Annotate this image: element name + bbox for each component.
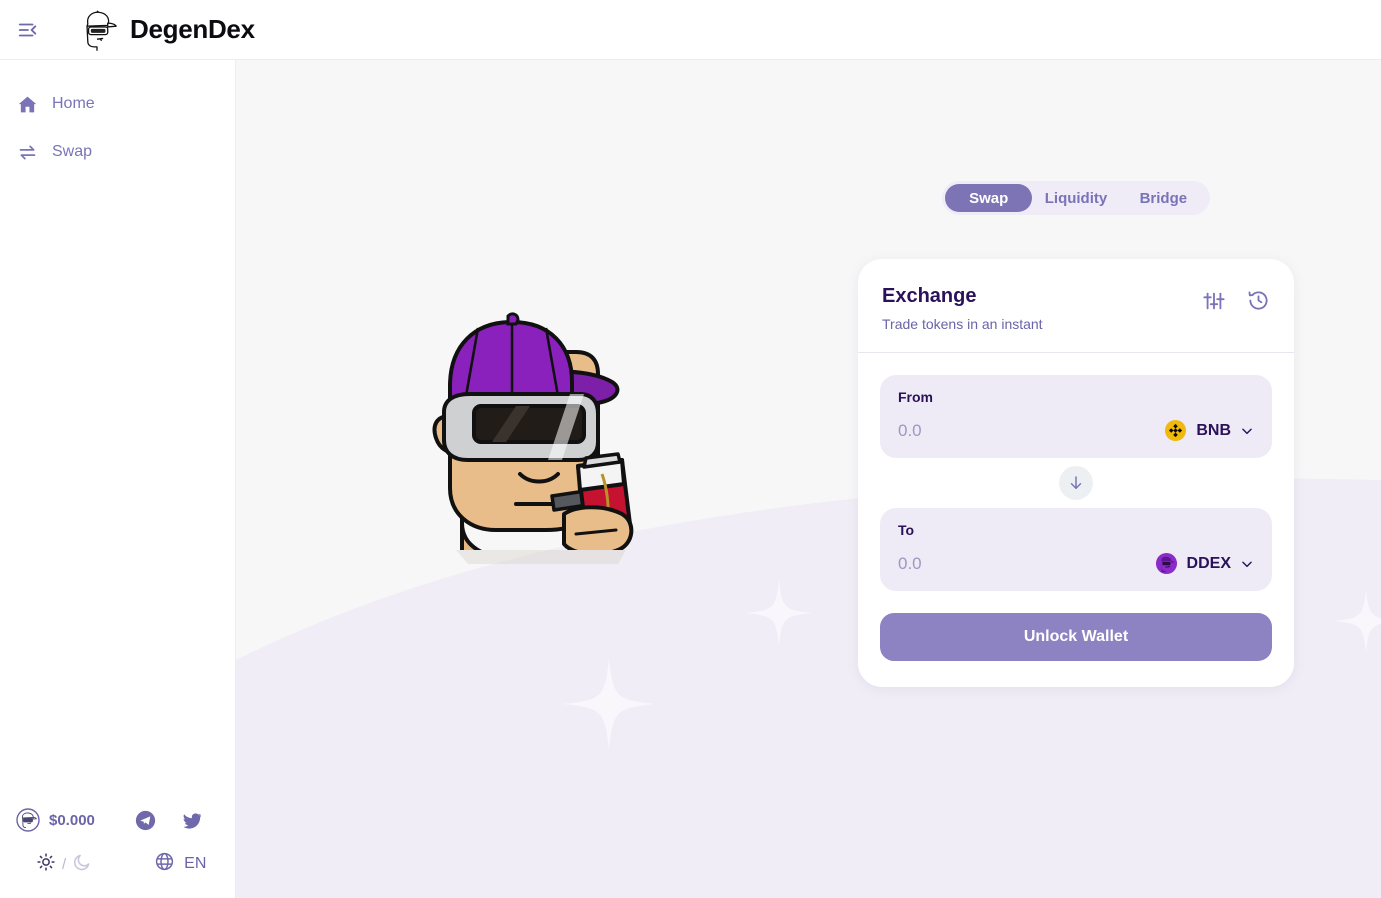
brand[interactable]: DegenDex (74, 7, 255, 53)
to-amount-input[interactable] (898, 553, 1128, 574)
to-token-selector[interactable]: DDEX (1155, 552, 1254, 575)
swap-arrows-icon (16, 141, 38, 163)
from-token-selector[interactable]: BNB (1164, 419, 1254, 442)
to-label: To (898, 522, 915, 538)
chevron-down-icon (1242, 561, 1252, 567)
language-selector[interactable]: EN (154, 851, 206, 877)
from-field: From 0.0 BNB (880, 375, 1272, 458)
switch-direction-button[interactable] (1059, 466, 1093, 500)
page-title: DegenDex (130, 14, 255, 44)
home-icon (16, 93, 38, 115)
unlock-wallet-button[interactable]: Unlock Wallet (880, 613, 1272, 661)
token-price-chip[interactable]: $0.000 (16, 808, 95, 832)
tab-swap[interactable]: Swap (945, 184, 1033, 212)
swap-panel: Swap Liquidity Bridge Exchange Trade tok… (858, 181, 1294, 687)
exchange-card-titles: Exchange Trade tokens in an instant (882, 285, 1043, 332)
to-token-name: DDEX (1186, 554, 1231, 572)
sidebar-footer: $0.000 / EN (0, 798, 235, 898)
transaction-history-icon[interactable] (1247, 289, 1270, 312)
switch-row (880, 458, 1272, 508)
telegram-icon[interactable] (135, 810, 156, 831)
sidebar: Home Swap $0.000 / EN (0, 60, 236, 898)
from-amount-input[interactable] (898, 420, 1128, 441)
sun-icon[interactable] (36, 852, 56, 877)
language-label: EN (184, 855, 207, 872)
exchange-card-body: From 0.0 BNB To 0.0 DDEX Unlock Wallet (858, 353, 1294, 687)
body-row: Home Swap $0.000 / EN Swap Liquidity Bri… (0, 60, 1381, 898)
swap-tabbar: Swap Liquidity Bridge (942, 181, 1210, 215)
app-root: DegenDex Home Swap $0.000 / EN Swap Liqu… (0, 0, 1381, 898)
tab-bridge[interactable]: Bridge (1120, 184, 1207, 212)
social-links (135, 810, 203, 831)
to-field: To 0.0 DDEX (880, 508, 1272, 591)
ddex-token-icon (16, 808, 40, 832)
sidebar-item-label: Home (52, 95, 95, 112)
tab-liquidity[interactable]: Liquidity (1032, 184, 1119, 212)
moon-icon[interactable] (72, 852, 92, 877)
exchange-title: Exchange (882, 285, 977, 307)
globe-icon (154, 851, 175, 877)
sidebar-item-label: Swap (52, 143, 93, 160)
sidebar-footer-bottom: / EN (16, 842, 219, 886)
arrow-down-icon (1070, 476, 1082, 489)
sidebar-item-swap[interactable]: Swap (0, 128, 235, 176)
bnb-token-icon (1165, 419, 1187, 442)
sidebar-nav: Home Swap (0, 60, 235, 176)
from-token-name: BNB (1196, 421, 1231, 439)
from-row: BNB (898, 419, 1254, 442)
theme-separator: / (62, 855, 67, 873)
app-header: DegenDex (0, 0, 1381, 60)
settings-sliders-icon[interactable] (1203, 290, 1225, 312)
exchange-card-header: Exchange Trade tokens in an instant (858, 259, 1294, 353)
degen-mascot-illustration (426, 308, 656, 578)
exchange-card: Exchange Trade tokens in an instant From… (858, 259, 1294, 687)
token-price-value: $0.000 (49, 811, 95, 829)
collapse-menu-icon[interactable] (10, 12, 46, 48)
theme-toggle[interactable]: / (36, 852, 92, 877)
degendex-mascot-logo (86, 9, 117, 51)
ddex-token-icon (1155, 552, 1177, 575)
main-content: Swap Liquidity Bridge Exchange Trade tok… (236, 60, 1381, 898)
twitter-icon[interactable] (182, 810, 203, 831)
chevron-down-icon (1242, 428, 1252, 434)
to-row: DDEX (898, 552, 1254, 575)
from-label: From (898, 389, 933, 405)
exchange-card-actions (1203, 285, 1270, 312)
sidebar-item-home[interactable]: Home (0, 80, 235, 128)
sidebar-footer-top: $0.000 (16, 798, 219, 842)
exchange-subtitle: Trade tokens in an instant (882, 316, 1043, 332)
